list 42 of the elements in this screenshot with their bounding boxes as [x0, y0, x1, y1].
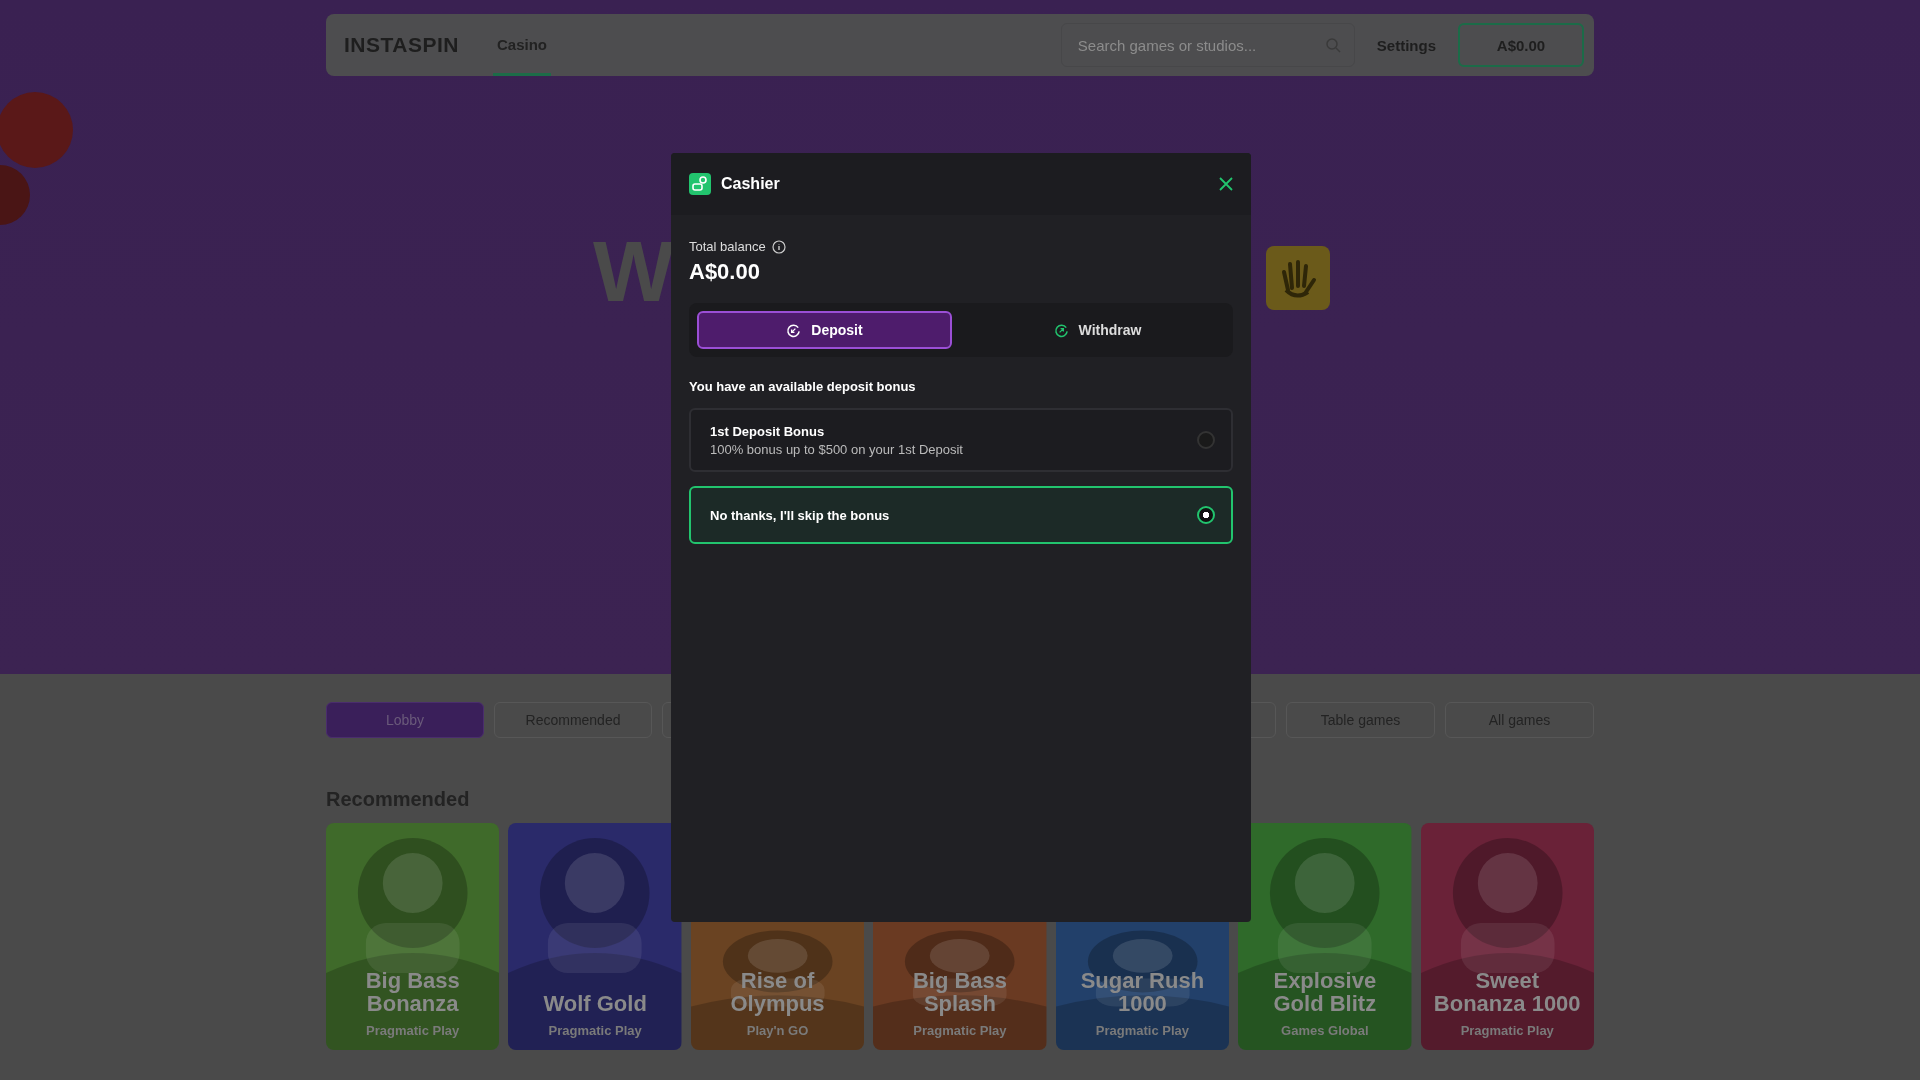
cashier-icon — [689, 173, 711, 195]
dialog-title: Cashier — [721, 175, 780, 193]
game-card[interactable]: Big Bass Splash Pragmatic Play — [873, 823, 1047, 1050]
game-title: Wolf Gold — [542, 992, 648, 1015]
cashier-tab[interactable]: Deposit — [697, 311, 952, 349]
arrow-circle-icon — [786, 322, 802, 338]
game-title: Big Bass Splash — [911, 969, 1009, 1015]
game-title: Sugar Rush 1000 — [1079, 969, 1206, 1015]
option-title: 1st Deposit Bonus — [710, 423, 826, 439]
game-card[interactable]: Big Bass Bonanza Pragmatic Play — [326, 823, 500, 1050]
game-title: Sweet Bonanza 1000 — [1432, 969, 1582, 1015]
game-card[interactable]: Wolf Gold Pragmatic Play — [508, 823, 682, 1050]
option-title: No thanks, I'll skip the bonus — [710, 507, 891, 523]
info-icon[interactable] — [771, 239, 786, 254]
radio-button[interactable] — [1197, 431, 1215, 449]
bonus-heading: You have an available deposit bonus — [689, 379, 917, 394]
close-icon[interactable] — [1219, 177, 1233, 191]
category-tab[interactable]: Lobby — [326, 702, 484, 738]
game-studio: Pragmatic Play — [913, 1023, 1007, 1038]
game-studio: Play'n GO — [746, 1023, 809, 1038]
game-card[interactable]: Rise of Olympus Play'n GO — [690, 823, 865, 1050]
balance-label: Total balance — [689, 239, 766, 254]
option-description: 100% bonus up to $500 on your 1st Deposit — [710, 441, 964, 457]
radio-button[interactable] — [1197, 506, 1215, 524]
game-card[interactable]: Sugar Rush 1000 Pragmatic Play — [1055, 823, 1230, 1050]
hand-icon — [1266, 246, 1330, 310]
game-studio: Pragmatic Play — [1460, 1023, 1554, 1038]
arrow-circle-icon — [1053, 322, 1069, 338]
game-studio: Pragmatic Play — [1095, 1023, 1189, 1038]
balance-amount: A$0.00 — [689, 259, 761, 285]
game-card[interactable]: Explosive Gold Blitz Games Global — [1238, 823, 1412, 1050]
game-studio: Pragmatic Play — [548, 1023, 642, 1038]
game-title: Explosive Gold Blitz — [1272, 969, 1378, 1015]
game-studio: Games Global — [1281, 1023, 1369, 1038]
game-title: Big Bass Bonanza — [364, 969, 461, 1015]
bonus-option[interactable]: No thanks, I'll skip the bonus — [689, 486, 1233, 544]
bonus-option[interactable]: 1st Deposit Bonus 100% bonus up to $500 on your 1st Deposit — [689, 408, 1233, 472]
game-studio: Pragmatic Play — [366, 1023, 460, 1038]
game-card[interactable]: Sweet Bonanza 1000 Pragmatic Play — [1420, 823, 1594, 1050]
search-field[interactable]: Search games or studios... — [1060, 23, 1355, 67]
game-title: Rise of Olympus — [729, 969, 826, 1015]
cashier-tab[interactable]: Withdraw — [970, 311, 1225, 349]
